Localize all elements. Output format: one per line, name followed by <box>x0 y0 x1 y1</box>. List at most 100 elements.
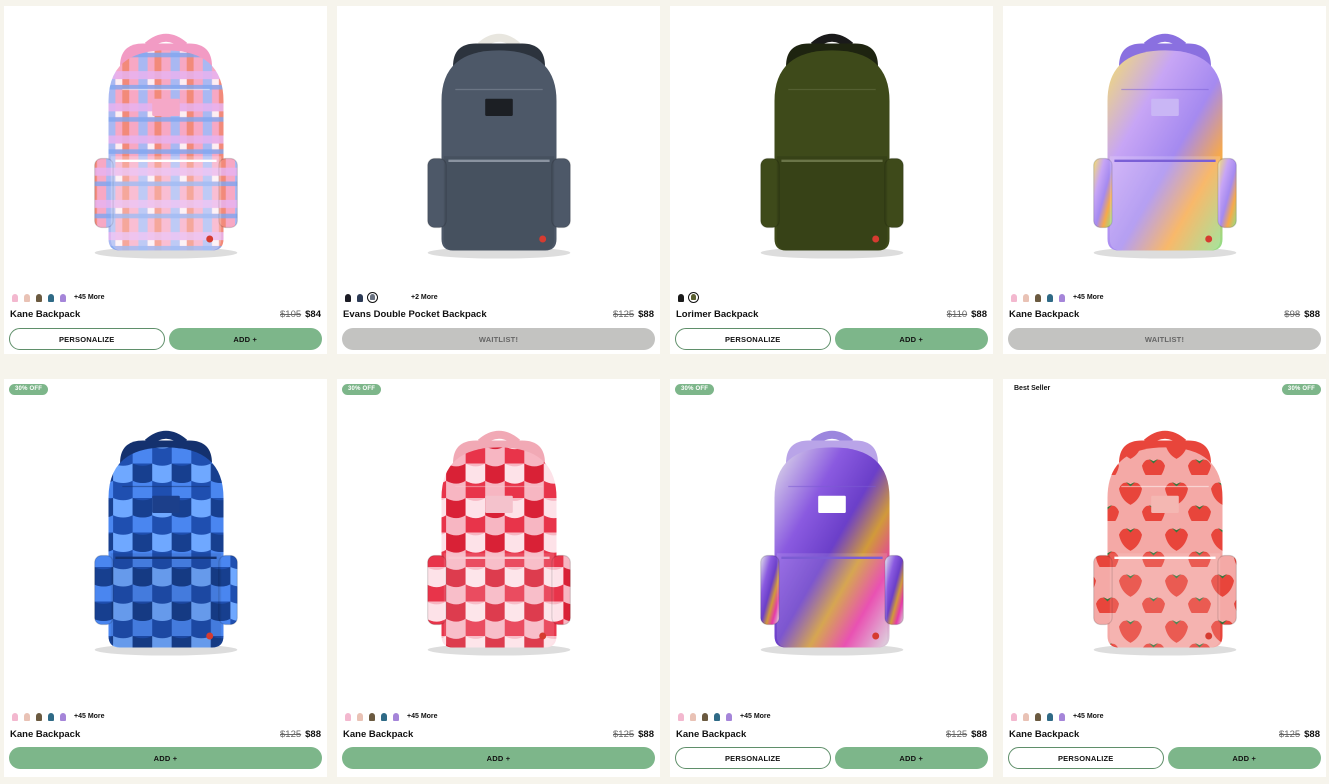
color-swatch[interactable] <box>58 712 67 721</box>
color-swatch[interactable] <box>367 291 378 303</box>
add-to-cart-button[interactable]: ADD + <box>9 747 322 769</box>
color-swatch[interactable] <box>712 712 721 721</box>
swatch-backpack-icon <box>11 712 18 721</box>
color-swatch[interactable] <box>676 712 685 721</box>
swatch-backpack-icon <box>1010 712 1017 721</box>
more-colors-link[interactable]: +45 More <box>1073 713 1104 720</box>
original-price: $125 <box>613 728 635 740</box>
card-actions: ADD + <box>342 747 655 769</box>
waitlist-button[interactable]: WAITLIST! <box>1008 328 1321 350</box>
color-swatch[interactable] <box>46 293 55 302</box>
color-swatch[interactable] <box>700 712 709 721</box>
color-swatch[interactable] <box>343 293 352 302</box>
color-swatch[interactable] <box>22 712 31 721</box>
swatch-backpack-icon <box>677 293 684 302</box>
add-to-cart-button[interactable]: ADD + <box>342 747 655 769</box>
product-name[interactable]: Kane Backpack <box>1009 729 1079 740</box>
more-colors-link[interactable]: +45 More <box>74 713 105 720</box>
title-line: Kane Backpack $105 $84 <box>10 307 321 321</box>
color-swatch[interactable] <box>367 712 376 721</box>
best-seller-label: Best Seller <box>1014 385 1051 392</box>
original-price: $105 <box>280 308 302 320</box>
color-swatch[interactable] <box>1045 293 1054 302</box>
product-card[interactable]: +45 More Kane Backpack $125 $88 ADD + 30%… <box>337 379 660 777</box>
color-swatch[interactable] <box>688 291 699 303</box>
color-swatch[interactable] <box>379 712 388 721</box>
product-image[interactable] <box>4 6 327 288</box>
discount-badge: 30% OFF <box>1281 384 1321 395</box>
backpack-illustration <box>93 430 238 656</box>
product-name[interactable]: Kane Backpack <box>1009 309 1079 320</box>
swatch-backpack-icon <box>1058 293 1065 302</box>
product-image[interactable] <box>670 379 993 709</box>
color-swatch[interactable] <box>1021 293 1030 302</box>
color-swatch[interactable] <box>676 293 685 302</box>
product-card[interactable]: +45 More Kane Backpack $125 $88 ADD + 30%… <box>4 379 327 777</box>
product-image[interactable] <box>337 6 660 288</box>
sale-price: $88 <box>971 308 987 320</box>
swatch-backpack-icon <box>59 293 66 302</box>
swatch-backpack-icon <box>370 294 375 300</box>
waitlist-button[interactable]: WAITLIST! <box>342 328 655 350</box>
product-name[interactable]: Lorimer Backpack <box>676 309 758 320</box>
color-swatch[interactable] <box>10 712 19 721</box>
product-name[interactable]: Kane Backpack <box>10 729 80 740</box>
add-to-cart-button[interactable]: ADD + <box>168 328 322 350</box>
more-colors-link[interactable]: +45 More <box>407 713 438 720</box>
color-swatch[interactable] <box>1033 712 1042 721</box>
color-swatch[interactable] <box>1021 712 1030 721</box>
color-swatch[interactable] <box>1045 712 1054 721</box>
more-colors-link[interactable]: +45 More <box>1073 294 1104 301</box>
title-line: Kane Backpack $98 $88 <box>1009 307 1320 321</box>
more-colors-link[interactable]: +45 More <box>74 294 105 301</box>
discount-badge: 30% OFF <box>9 384 49 395</box>
price: $110 $88 <box>947 309 987 320</box>
personalize-button[interactable]: PERSONALIZE <box>9 328 165 350</box>
add-to-cart-button[interactable]: ADD + <box>834 747 988 769</box>
color-swatch[interactable] <box>1033 293 1042 302</box>
product-card[interactable]: +45 More Kane Backpack $125 $88 PERSONALI… <box>670 379 993 777</box>
color-swatch[interactable] <box>355 712 364 721</box>
personalize-button[interactable]: PERSONALIZE <box>675 328 831 350</box>
sale-price: $88 <box>638 728 654 740</box>
color-swatch[interactable] <box>46 712 55 721</box>
product-grid: +45 More Kane Backpack $105 $84 PERSONALI… <box>0 0 1329 784</box>
color-swatch[interactable] <box>34 712 43 721</box>
product-card[interactable]: Lorimer Backpack $110 $88 PERSONALIZE ADD … <box>670 6 993 354</box>
product-image[interactable] <box>1003 379 1326 709</box>
color-swatch[interactable] <box>343 712 352 721</box>
color-swatch[interactable] <box>1009 293 1018 302</box>
add-to-cart-button[interactable]: ADD + <box>834 328 988 350</box>
color-swatch[interactable] <box>1009 712 1018 721</box>
color-swatch[interactable] <box>22 293 31 302</box>
more-colors-link[interactable]: +45 More <box>740 713 771 720</box>
add-to-cart-button[interactable]: ADD + <box>1167 747 1321 769</box>
product-image[interactable] <box>337 379 660 709</box>
product-card[interactable]: +45 More Kane Backpack $125 $88 PERSONALI… <box>1003 379 1326 777</box>
color-swatches: +2 More <box>343 291 438 303</box>
product-image[interactable] <box>670 6 993 288</box>
color-swatch[interactable] <box>34 293 43 302</box>
product-name[interactable]: Kane Backpack <box>343 729 413 740</box>
color-swatch[interactable] <box>355 293 364 302</box>
original-price: $98 <box>1284 308 1301 320</box>
product-image[interactable] <box>4 379 327 709</box>
product-image[interactable] <box>1003 6 1326 288</box>
color-swatch[interactable] <box>1057 712 1066 721</box>
product-card[interactable]: +45 More Kane Backpack $98 $88 WAITLIST! <box>1003 6 1326 354</box>
sale-price: $84 <box>305 308 321 320</box>
color-swatch[interactable] <box>391 712 400 721</box>
more-colors-link[interactable]: +2 More <box>411 294 438 301</box>
personalize-button[interactable]: PERSONALIZE <box>675 747 831 769</box>
color-swatch[interactable] <box>58 293 67 302</box>
color-swatch[interactable] <box>10 293 19 302</box>
personalize-button[interactable]: PERSONALIZE <box>1008 747 1164 769</box>
color-swatch[interactable] <box>1057 293 1066 302</box>
product-name[interactable]: Evans Double Pocket Backpack <box>343 309 487 320</box>
color-swatch[interactable] <box>724 712 733 721</box>
product-name[interactable]: Kane Backpack <box>10 309 80 320</box>
product-card[interactable]: +2 More Evans Double Pocket Backpack $12… <box>337 6 660 354</box>
product-card[interactable]: +45 More Kane Backpack $105 $84 PERSONALI… <box>4 6 327 354</box>
color-swatch[interactable] <box>688 712 697 721</box>
product-name[interactable]: Kane Backpack <box>676 729 746 740</box>
